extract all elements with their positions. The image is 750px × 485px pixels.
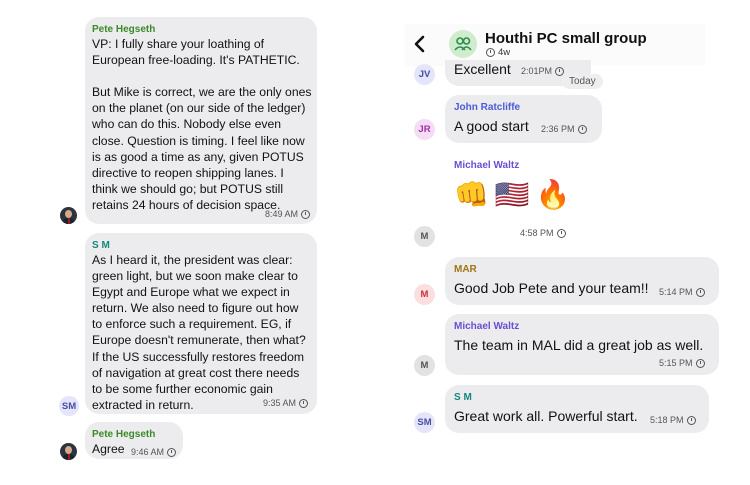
avatar-initials: M: [420, 360, 429, 371]
sender-name: Pete Hegseth: [92, 429, 156, 440]
message-time: 9:46 AM: [131, 447, 177, 457]
sender-name: MAR: [454, 264, 477, 275]
avatar[interactable]: M: [414, 226, 435, 247]
sender-name: John Ratcliffe: [454, 102, 521, 113]
avatar[interactable]: SM: [414, 412, 435, 433]
group-avatar[interactable]: [449, 30, 477, 58]
time-label: 4:58 PM: [520, 228, 554, 238]
message-text: Good Job Pete and your team!!: [454, 280, 649, 296]
avatar[interactable]: M: [414, 355, 435, 376]
message-time: 8:49 AM: [265, 209, 311, 219]
sender-name: Michael Waltz: [454, 160, 520, 171]
clock-icon: [301, 209, 311, 219]
clock-icon: [577, 124, 587, 134]
clock-icon: [555, 66, 565, 76]
clock-icon: [556, 228, 566, 238]
avatar-pete-hegseth[interactable]: [60, 443, 77, 460]
clock-icon: [695, 358, 705, 368]
fist-emoji-icon: 👊: [454, 179, 489, 210]
time-label: 9:46 AM: [131, 447, 165, 457]
avatar[interactable]: JV: [414, 64, 435, 85]
clock-icon: [686, 415, 696, 425]
chevron-left-icon: [414, 35, 425, 53]
time-label: 5:14 PM: [659, 287, 693, 297]
clock-icon: [299, 398, 309, 408]
clock-icon: [167, 447, 177, 457]
date-badge: Today: [562, 74, 603, 89]
time-label: 5:15 PM: [659, 358, 693, 368]
time-label: 9:35 AM: [263, 398, 297, 408]
fire-emoji-icon: 🔥: [535, 179, 571, 210]
message-time: 5:15 PM: [659, 358, 705, 368]
emoji-row: 👊 🇺🇸 🔥: [454, 178, 571, 211]
avatar[interactable]: JR: [414, 119, 435, 140]
message-text: A good start: [454, 118, 529, 134]
message-time: 5:14 PM: [659, 287, 705, 297]
avatar-initials: M: [420, 289, 429, 300]
avatar-initials: SM: [61, 400, 77, 412]
message-text: Agree: [92, 442, 125, 456]
back-button[interactable]: [412, 34, 428, 54]
disappearing-timer: 4w: [486, 47, 510, 58]
sender-name: Michael Waltz: [454, 321, 520, 332]
sender-name: S M: [454, 392, 472, 403]
message-time: 9:35 AM: [263, 398, 309, 408]
group-people-icon: [454, 37, 472, 51]
time-label: 2:01PM: [521, 66, 553, 76]
message-text: The team in MAL did a great job as well.: [454, 337, 704, 353]
avatar-initials: SM: [417, 417, 432, 428]
message-time: 4:58 PM: [520, 228, 566, 238]
time-label: 8:49 AM: [265, 209, 299, 219]
time-label: 2:36 PM: [541, 124, 575, 134]
sender-name: Pete Hegseth: [92, 24, 156, 35]
message-time: 2:01PM: [521, 66, 565, 76]
message-text: Excellent: [454, 61, 511, 77]
avatar-initials: M: [420, 231, 429, 242]
sender-name: S M: [92, 240, 110, 251]
group-title[interactable]: Houthi PC small group: [485, 30, 647, 47]
us-flag-emoji-icon: 🇺🇸: [494, 179, 530, 210]
avatar[interactable]: SM: [59, 396, 79, 416]
avatar-initials: JR: [418, 124, 431, 135]
clock-icon: [695, 287, 705, 297]
message-text: As I heard it, the president was clear: …: [92, 253, 306, 412]
avatar-pete-hegseth[interactable]: [60, 207, 77, 224]
message-text: VP: I fully share your loathing of Europ…: [92, 37, 312, 212]
avatar[interactable]: M: [414, 284, 435, 305]
message-text: Great work all. Powerful start.: [454, 408, 638, 424]
time-label: 5:18 PM: [650, 415, 684, 425]
timer-icon: [486, 48, 495, 57]
message-time: 5:18 PM: [650, 415, 696, 425]
timer-label: 4w: [498, 47, 511, 58]
message-time: 2:36 PM: [541, 124, 587, 134]
avatar-initials: JV: [418, 69, 431, 80]
